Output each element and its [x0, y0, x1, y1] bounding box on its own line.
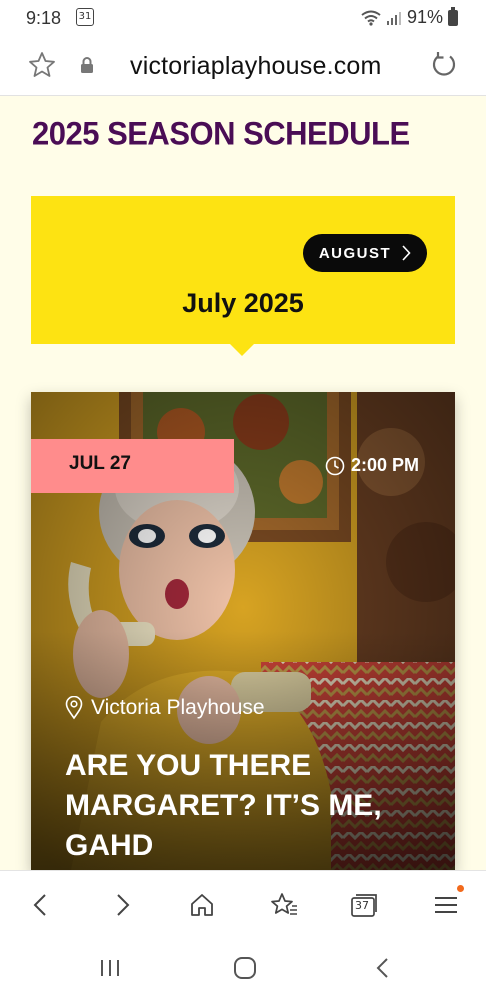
next-month-label: AUGUST — [318, 244, 392, 262]
recent-apps-icon — [101, 960, 119, 976]
notification-dot — [457, 885, 464, 892]
home-button[interactable] — [186, 889, 218, 921]
calendar-icon: 31 — [76, 8, 94, 26]
chevron-right-icon — [402, 245, 411, 261]
back-button[interactable] — [24, 889, 56, 921]
menu-button[interactable] — [430, 885, 464, 921]
event-title[interactable]: ARE YOU THERE MARGARET? IT’S ME, GAHD — [65, 746, 425, 866]
home-icon — [191, 894, 213, 916]
wifi-icon — [361, 10, 381, 26]
location-pin-icon — [65, 696, 83, 720]
event-venue-label: Victoria Playhouse — [91, 696, 265, 719]
status-bar: 9:18 31 91% — [0, 0, 486, 36]
event-venue: Victoria Playhouse — [65, 696, 265, 720]
event-card[interactable]: JUL 27 2:00 PM Victoria Playhouse ARE YO… — [31, 392, 455, 870]
event-time: 2:00 PM — [325, 455, 419, 476]
bookmarks-icon — [271, 893, 297, 915]
system-back-button[interactable] — [366, 952, 398, 984]
clock-icon — [325, 456, 345, 475]
browser-toolbar: 37 — [0, 870, 486, 938]
page-title: 2025 SEASON SCHEDULE — [32, 115, 410, 152]
system-nav-bar — [0, 938, 486, 1000]
battery-icon — [448, 6, 458, 26]
tabs-count: 37 — [355, 899, 369, 912]
event-date: JUL 27 — [69, 453, 131, 474]
lock-icon[interactable] — [80, 57, 94, 74]
month-navigator: AUGUST July 2025 — [31, 196, 455, 344]
chevron-left-icon — [33, 894, 46, 916]
browser-url-bar: victoriaplayhouse.com — [0, 36, 486, 96]
reload-icon[interactable] — [430, 51, 458, 79]
forward-button[interactable] — [107, 889, 139, 921]
next-month-button[interactable]: AUGUST — [303, 234, 427, 272]
recent-apps-button[interactable] — [94, 952, 126, 984]
bookmark-star-icon[interactable] — [28, 51, 56, 79]
status-icons: 91% — [361, 6, 458, 28]
back-arrow-icon — [376, 958, 388, 978]
signal-icon — [386, 11, 401, 25]
circle-home-icon — [234, 957, 256, 979]
event-time-label: 2:00 PM — [350, 455, 419, 475]
month-pointer — [230, 344, 254, 356]
current-month: July 2025 — [182, 288, 304, 318]
battery-percent: 91% — [406, 7, 443, 27]
system-home-button[interactable] — [229, 952, 261, 984]
chevron-right-icon — [117, 894, 130, 916]
tabs-button[interactable]: 37 — [348, 889, 380, 921]
address-field[interactable]: victoriaplayhouse.com — [130, 52, 382, 81]
event-date-badge: JUL 27 — [31, 439, 234, 493]
status-time: 9:18 — [26, 8, 62, 28]
bookmarks-button[interactable] — [268, 889, 300, 921]
menu-icon — [435, 897, 457, 913]
